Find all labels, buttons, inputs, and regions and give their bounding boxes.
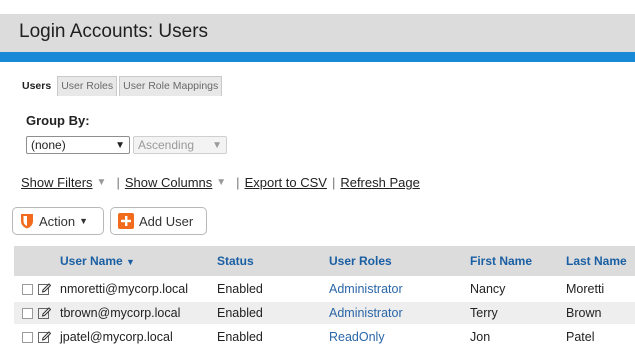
divider: | bbox=[236, 175, 240, 190]
tab-user-role-mappings[interactable]: User Role Mappings bbox=[119, 76, 223, 96]
action-button-label: Action bbox=[39, 213, 76, 229]
table-row[interactable]: jpatel@mycorp.local Enabled ReadOnly Jon… bbox=[14, 326, 635, 348]
edit-icon[interactable] bbox=[38, 306, 51, 319]
page-title: Login Accounts: Users bbox=[19, 21, 209, 42]
edit-icon[interactable] bbox=[38, 282, 51, 295]
tab-user-roles[interactable]: User Roles bbox=[57, 76, 118, 96]
tab-strip: Users User Roles User Role Mappings bbox=[18, 74, 224, 96]
action-button[interactable]: Action ▼ bbox=[12, 207, 104, 235]
list-actions: Show Filters ▼ | Show Columns ▼ | Export… bbox=[21, 175, 420, 190]
group-by-label: Group By: bbox=[26, 113, 90, 128]
cell-user-role-link[interactable]: ReadOnly bbox=[329, 330, 385, 344]
cell-status: Enabled bbox=[217, 330, 263, 344]
caret-down-icon: ▼ bbox=[216, 177, 227, 188]
column-header-status[interactable]: Status bbox=[217, 254, 254, 268]
row-checkbox[interactable] bbox=[22, 308, 33, 319]
cell-status: Enabled bbox=[217, 306, 263, 320]
plus-icon bbox=[118, 213, 134, 229]
group-by-value: (none) bbox=[31, 138, 66, 152]
column-header-user-roles[interactable]: User Roles bbox=[329, 254, 392, 268]
column-header-user-name[interactable]: User Name ▼ bbox=[60, 254, 135, 268]
cell-user-role-link[interactable]: Administrator bbox=[329, 282, 403, 296]
accent-bar bbox=[0, 52, 635, 62]
chevron-down-icon: ▼ bbox=[212, 139, 222, 151]
cell-last-name: Moretti bbox=[566, 282, 605, 296]
cell-user-name: jpatel@mycorp.local bbox=[60, 330, 173, 344]
add-user-button[interactable]: Add User bbox=[110, 207, 207, 235]
sort-order-value: Ascending bbox=[138, 138, 195, 152]
sort-order-select: Ascending ▼ bbox=[133, 136, 227, 154]
refresh-page-link[interactable]: Refresh Page bbox=[340, 175, 420, 190]
table-header: User Name ▼ Status User Roles First Name… bbox=[14, 246, 635, 276]
cell-user-name: tbrown@mycorp.local bbox=[60, 306, 181, 320]
column-header-first-name[interactable]: First Name bbox=[470, 254, 532, 268]
group-by-select[interactable]: (none) ▼ bbox=[26, 136, 130, 154]
column-header-last-name[interactable]: Last Name bbox=[566, 254, 627, 268]
table-row[interactable]: tbrown@mycorp.local Enabled Administrato… bbox=[14, 302, 635, 324]
chevron-down-icon: ▼ bbox=[79, 216, 89, 226]
cell-first-name: Jon bbox=[470, 330, 491, 344]
add-user-button-label: Add User bbox=[139, 213, 194, 229]
page-header: Login Accounts: Users bbox=[0, 14, 635, 52]
caret-down-icon: ▼ bbox=[96, 177, 107, 188]
tab-users[interactable]: Users bbox=[18, 76, 56, 96]
cell-user-role-link[interactable]: Administrator bbox=[329, 306, 403, 320]
show-columns-link[interactable]: Show Columns bbox=[125, 175, 212, 190]
cell-last-name: Patel bbox=[566, 330, 595, 344]
edit-icon[interactable] bbox=[38, 330, 51, 343]
row-checkbox[interactable] bbox=[22, 332, 33, 343]
cell-user-name: nmoretti@mycorp.local bbox=[60, 282, 189, 296]
table-row[interactable]: nmoretti@mycorp.local Enabled Administra… bbox=[14, 278, 635, 300]
sort-desc-icon: ▼ bbox=[126, 257, 135, 267]
chevron-down-icon: ▼ bbox=[115, 139, 125, 151]
cell-first-name: Terry bbox=[470, 306, 498, 320]
cell-status: Enabled bbox=[217, 282, 263, 296]
export-csv-link[interactable]: Export to CSV bbox=[245, 175, 327, 190]
divider: | bbox=[116, 175, 120, 190]
cell-first-name: Nancy bbox=[470, 282, 506, 296]
show-filters-link[interactable]: Show Filters bbox=[21, 175, 93, 190]
row-checkbox[interactable] bbox=[22, 284, 33, 295]
divider: | bbox=[331, 175, 336, 190]
shield-icon bbox=[21, 214, 33, 229]
cell-last-name: Brown bbox=[566, 306, 602, 320]
